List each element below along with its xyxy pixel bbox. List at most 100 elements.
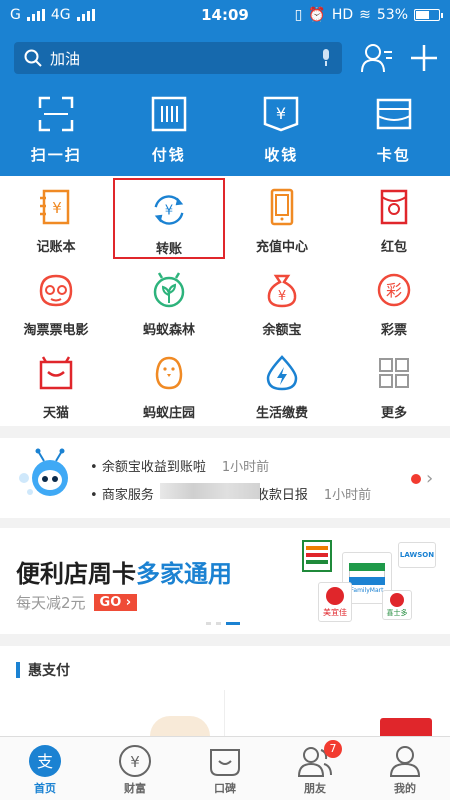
tab-profile[interactable]: 我的 <box>360 737 450 800</box>
notification-badge: 7 <box>324 740 342 758</box>
grid-label: 蚂蚁庄园 <box>142 406 195 421</box>
tmall-icon <box>39 356 73 390</box>
forest-icon <box>153 272 185 308</box>
tab-koubei[interactable]: 口碑 <box>180 737 270 800</box>
quick-card[interactable]: 卡包 <box>338 96 450 176</box>
banner-subtitle: 每天减2元 GO › <box>16 592 138 613</box>
wealth-icon: ¥ <box>119 745 151 777</box>
quick-scan-label: 扫一扫 <box>30 146 82 164</box>
lottery-icon: 彩 <box>377 273 411 307</box>
carousel-dots <box>206 622 240 625</box>
section-title: 惠支付 <box>28 663 70 679</box>
wifi-icon: ≋ <box>359 7 371 23</box>
quick-card-label: 卡包 <box>376 146 411 164</box>
grid-item-yuebao[interactable]: ¥ 余额宝 <box>226 259 338 342</box>
ledger-icon: ¥ <box>40 189 70 225</box>
banner-title-a: 便利店周卡 <box>16 560 136 588</box>
section-accent-bar <box>16 662 20 678</box>
svg-text:¥: ¥ <box>52 199 62 217</box>
grid-item-more[interactable]: 更多 <box>338 342 450 425</box>
tab-label: 口碑 <box>214 782 236 795</box>
grid-label: 淘票票电影 <box>23 323 89 338</box>
tab-wealth[interactable]: ¥ 财富 <box>90 737 180 800</box>
battery-icon <box>414 9 443 21</box>
grid-label: 蚂蚁森林 <box>142 323 195 338</box>
ant-mascot-icon <box>19 448 68 496</box>
news-text: 商家服务 <box>101 488 154 503</box>
tab-label: 首页 <box>34 782 56 795</box>
signal-icon-2 <box>76 9 95 21</box>
more-icon <box>379 358 409 388</box>
store-meiyijia: 美宜佳 <box>323 607 347 617</box>
microphone-icon[interactable] <box>320 49 332 67</box>
network-label: 4G <box>50 7 71 23</box>
svg-text:支: 支 <box>37 752 53 771</box>
grid-label: 生活缴费 <box>255 406 308 421</box>
quick-actions: 扫一扫 付钱 ¥ 收钱 卡包 <box>0 96 450 176</box>
search-input[interactable]: 加油 <box>50 48 312 69</box>
grid-label: 充值中心 <box>255 240 308 255</box>
cstore-logo: 喜士多 <box>382 590 412 620</box>
go-button[interactable]: GO › <box>93 594 138 611</box>
card-icon <box>376 98 411 130</box>
status-bar: G 4G 14:09 ▯ ⏰ HD ≋ 53% <box>0 0 450 30</box>
contacts-icon[interactable] <box>360 42 394 74</box>
grid-label: 转账 <box>155 242 182 257</box>
quick-pay[interactable]: 付钱 <box>113 96 226 176</box>
grid-label: 记账本 <box>36 240 76 255</box>
grid-item-recharge[interactable]: 充值中心 <box>226 176 338 259</box>
chevron-right-icon[interactable]: › <box>426 468 433 489</box>
banner-title-b: 多家通用 <box>136 560 232 588</box>
tab-bar: 支 首页 ¥ 财富 口碑 朋友 7 我的 <box>0 736 450 800</box>
quick-pay-label: 付钱 <box>151 146 186 164</box>
grid-item-ledger[interactable]: ¥ 记账本 <box>0 176 112 259</box>
home-icon: 支 <box>29 745 61 777</box>
grid-label: 天猫 <box>42 406 69 421</box>
redacted-block <box>160 483 260 499</box>
recharge-icon <box>270 188 294 226</box>
search-bar[interactable]: 加油 <box>14 42 342 74</box>
koubei-icon <box>210 749 240 776</box>
grid-item-lottery[interactable]: 彩 彩票 <box>338 259 450 342</box>
quick-receive[interactable]: ¥ 收钱 <box>225 96 338 176</box>
movie-icon <box>39 274 73 307</box>
store-familymart: FamilyMart <box>350 586 384 594</box>
tab-label: 我的 <box>394 782 416 795</box>
grid-item-chick[interactable]: 蚂蚁庄园 <box>113 342 225 425</box>
news-text: 余额宝收益到账啦 <box>101 460 206 475</box>
pay-icon <box>151 96 186 132</box>
grid-label: 彩票 <box>380 323 407 338</box>
alarm-icon: ⏰ <box>308 7 326 23</box>
receive-icon: ¥ <box>264 96 299 132</box>
news-time: 1小时前 <box>221 460 270 475</box>
svg-text:¥: ¥ <box>165 204 173 219</box>
tab-friends[interactable]: 朋友 7 <box>270 737 360 800</box>
news-text: 收款日报 <box>255 488 308 503</box>
quick-scan[interactable]: 扫一扫 <box>0 96 113 176</box>
plus-icon[interactable] <box>408 42 440 74</box>
red-packet-icon <box>380 189 408 225</box>
transfer-icon: ¥ <box>154 195 184 225</box>
news-panel[interactable]: • 余额宝收益到账啦 1小时前 • 商家服务 收款日报 1小时前 <box>0 438 450 518</box>
news-time: 1小时前 <box>323 488 372 503</box>
meiyijia-logo: 美宜佳 <box>318 582 352 622</box>
grid-item-red-packet[interactable]: 红包 <box>338 176 450 259</box>
seven-eleven-logo <box>302 540 332 572</box>
signal-icon <box>26 9 45 21</box>
grid-item-movie[interactable]: 淘票票电影 <box>0 259 112 342</box>
promo-banner[interactable]: 便利店周卡多家通用 每天减2元 GO › FamilyMart LAWSON 美… <box>0 528 450 634</box>
battery-label: 53% <box>376 7 408 23</box>
tab-home[interactable]: 支 首页 <box>0 737 90 800</box>
banner-sub-text: 每天减2元 <box>16 594 86 612</box>
grid-item-forest[interactable]: 蚂蚁森林 <box>113 259 225 342</box>
hd-label: HD <box>331 7 354 23</box>
vibrate-icon: ▯ <box>294 7 303 23</box>
scan-icon <box>39 96 74 132</box>
grid-item-transfer[interactable]: ¥ 转账 <box>113 178 225 259</box>
utility-icon <box>266 355 298 391</box>
grid-item-tmall[interactable]: 天猫 <box>0 342 112 425</box>
grid-item-utility[interactable]: 生活缴费 <box>226 342 338 425</box>
news-line-1[interactable]: • 余额宝收益到账啦 1小时前 <box>90 456 269 475</box>
grid-label: 红包 <box>380 240 407 255</box>
svg-text:¥: ¥ <box>276 104 286 123</box>
